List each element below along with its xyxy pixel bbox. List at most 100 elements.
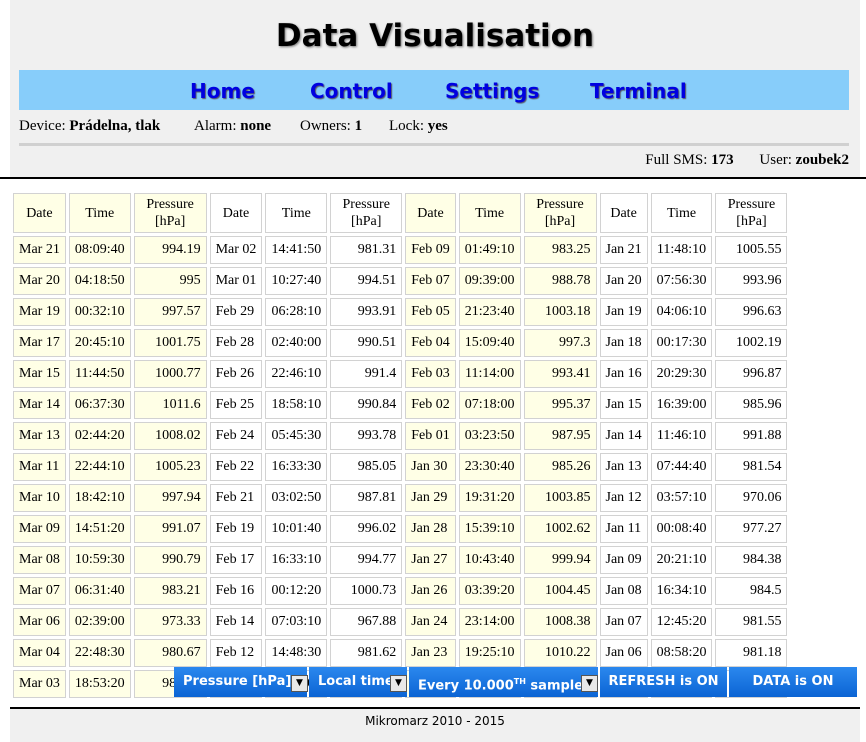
date-cell: Jan 21	[599, 236, 648, 264]
date-cell: Jan 27	[405, 546, 456, 574]
time-cell: 12:45:20	[650, 608, 713, 636]
chevron-down-icon[interactable]: ▼	[390, 675, 407, 692]
pressure-cell: 997.3	[523, 329, 597, 357]
date-cell: Jan 29	[405, 484, 456, 512]
date-cell: Mar 10	[13, 484, 66, 512]
date-cell: Feb 04	[405, 329, 456, 357]
time-cell: 05:45:30	[265, 422, 328, 450]
date-cell: Mar 03	[13, 670, 66, 698]
pressure-cell: 999.94	[523, 546, 597, 574]
time-cell: 00:08:40	[650, 515, 713, 543]
time-cell: 07:44:40	[650, 453, 713, 481]
time-cell: 06:37:30	[68, 391, 131, 419]
time-cell: 10:27:40	[265, 267, 328, 295]
pressure-cell: 993.41	[523, 360, 597, 388]
pressure-cell: 1003.18	[523, 298, 597, 326]
column-header: Date	[13, 193, 66, 233]
date-cell: Jan 23	[405, 639, 456, 667]
pressure-cell: 984.5	[715, 577, 788, 605]
divider	[19, 143, 849, 146]
date-cell: Feb 05	[405, 298, 456, 326]
time-cell: 04:06:10	[650, 298, 713, 326]
date-cell: Mar 17	[13, 329, 66, 357]
table-row: Mar 07 06:31:40 983.21 Feb 16 00:12:20 1000.7…	[13, 577, 788, 605]
pressure-cell: 996.02	[330, 515, 403, 543]
pressure-cell: 991.88	[715, 422, 788, 450]
pressure-cell: 1005.23	[133, 453, 207, 481]
date-cell: Feb 29	[209, 298, 263, 326]
pressure-cell: 973.33	[133, 608, 207, 636]
table-row: Mar 08 10:59:30 990.79 Feb 17 16:33:10 994.77…	[13, 546, 788, 574]
pressure-cell: 1004.45	[523, 577, 597, 605]
time-cell: 20:21:10	[650, 546, 713, 574]
pressure-cell: 996.87	[715, 360, 788, 388]
date-cell: Mar 20	[13, 267, 66, 295]
nav-terminal[interactable]: Terminal	[590, 79, 687, 103]
pressure-cell: 987.81	[330, 484, 403, 512]
time-cell: 00:17:30	[650, 329, 713, 357]
pressure-cell: 977.27	[715, 515, 788, 543]
time-cell: 15:09:40	[458, 329, 521, 357]
time-cell: 14:48:30	[265, 639, 328, 667]
table-row: Mar 19 00:32:10 997.57 Feb 29 06:28:10 993.91…	[13, 298, 788, 326]
date-cell: Jan 12	[599, 484, 648, 512]
date-cell: Mar 15	[13, 360, 66, 388]
date-cell: Jan 11	[599, 515, 648, 543]
date-cell: Mar 08	[13, 546, 66, 574]
time-cell: 07:56:30	[650, 267, 713, 295]
pressure-cell: 985.05	[330, 453, 403, 481]
date-cell: Jan 09	[599, 546, 648, 574]
pressure-cell: 990.51	[330, 329, 403, 357]
time-cell: 19:25:10	[458, 639, 521, 667]
time-cell: 10:01:40	[265, 515, 328, 543]
time-cell: 11:44:50	[68, 360, 131, 388]
time-mode-select[interactable]: Local time ▼	[309, 667, 407, 697]
column-header: Pressure [hPa]	[330, 193, 403, 233]
column-header: Time	[650, 193, 713, 233]
chevron-down-icon[interactable]: ▼	[291, 675, 308, 692]
time-cell: 02:39:00	[68, 608, 131, 636]
nav-control[interactable]: Control	[310, 79, 393, 103]
pressure-cell: 981.62	[330, 639, 403, 667]
time-cell: 00:12:20	[265, 577, 328, 605]
date-cell: Feb 02	[405, 391, 456, 419]
footer-copyright: Mikromarz 2010 - 2015	[365, 714, 505, 728]
sampling-select[interactable]: Every 10.000TH sample ▼	[409, 667, 598, 697]
refresh-toggle-button[interactable]: REFRESH is ON	[600, 667, 727, 697]
pressure-cell: 1002.62	[523, 515, 597, 543]
pressure-cell: 1000.73	[330, 577, 403, 605]
pressure-cell: 994.51	[330, 267, 403, 295]
pressure-cell: 996.63	[715, 298, 788, 326]
pressure-cell: 983.21	[133, 577, 207, 605]
time-cell: 08:09:40	[68, 236, 131, 264]
time-cell: 21:23:40	[458, 298, 521, 326]
date-cell: Jan 24	[405, 608, 456, 636]
pressure-cell: 990.79	[133, 546, 207, 574]
date-cell: Mar 21	[13, 236, 66, 264]
device-info: Device: Prádelna, tlak	[19, 118, 161, 134]
chevron-down-icon[interactable]: ▼	[581, 675, 598, 692]
divider	[10, 707, 860, 709]
date-cell: Jan 14	[599, 422, 648, 450]
pressure-cell: 1008.02	[133, 422, 207, 450]
table-row: Mar 14 06:37:30 1011.6 Feb 25 18:58:10 990.84…	[13, 391, 788, 419]
owners-value: 1	[354, 118, 363, 134]
sms-value: 173	[711, 152, 734, 168]
column-header: Pressure [hPa]	[523, 193, 597, 233]
variable-select[interactable]: Pressure [hPa] ▼	[174, 667, 308, 697]
time-cell: 18:42:10	[68, 484, 131, 512]
table-row: Mar 20 04:18:50 995 Mar 01 10:27:40 994.51 Feb…	[13, 267, 788, 295]
time-cell: 16:33:10	[265, 546, 328, 574]
nav-settings[interactable]: Settings	[445, 79, 539, 103]
date-cell: Jan 06	[599, 639, 648, 667]
nav-home[interactable]: Home	[190, 79, 255, 103]
time-cell: 14:41:50	[265, 236, 328, 264]
column-header: Date	[209, 193, 263, 233]
device-name: Prádelna, tlak	[69, 118, 161, 134]
time-cell: 19:31:20	[458, 484, 521, 512]
time-cell: 22:48:30	[68, 639, 131, 667]
date-cell: Mar 13	[13, 422, 66, 450]
time-cell: 07:03:10	[265, 608, 328, 636]
data-toggle-button[interactable]: DATA is ON	[729, 667, 857, 697]
pressure-cell: 991.07	[133, 515, 207, 543]
